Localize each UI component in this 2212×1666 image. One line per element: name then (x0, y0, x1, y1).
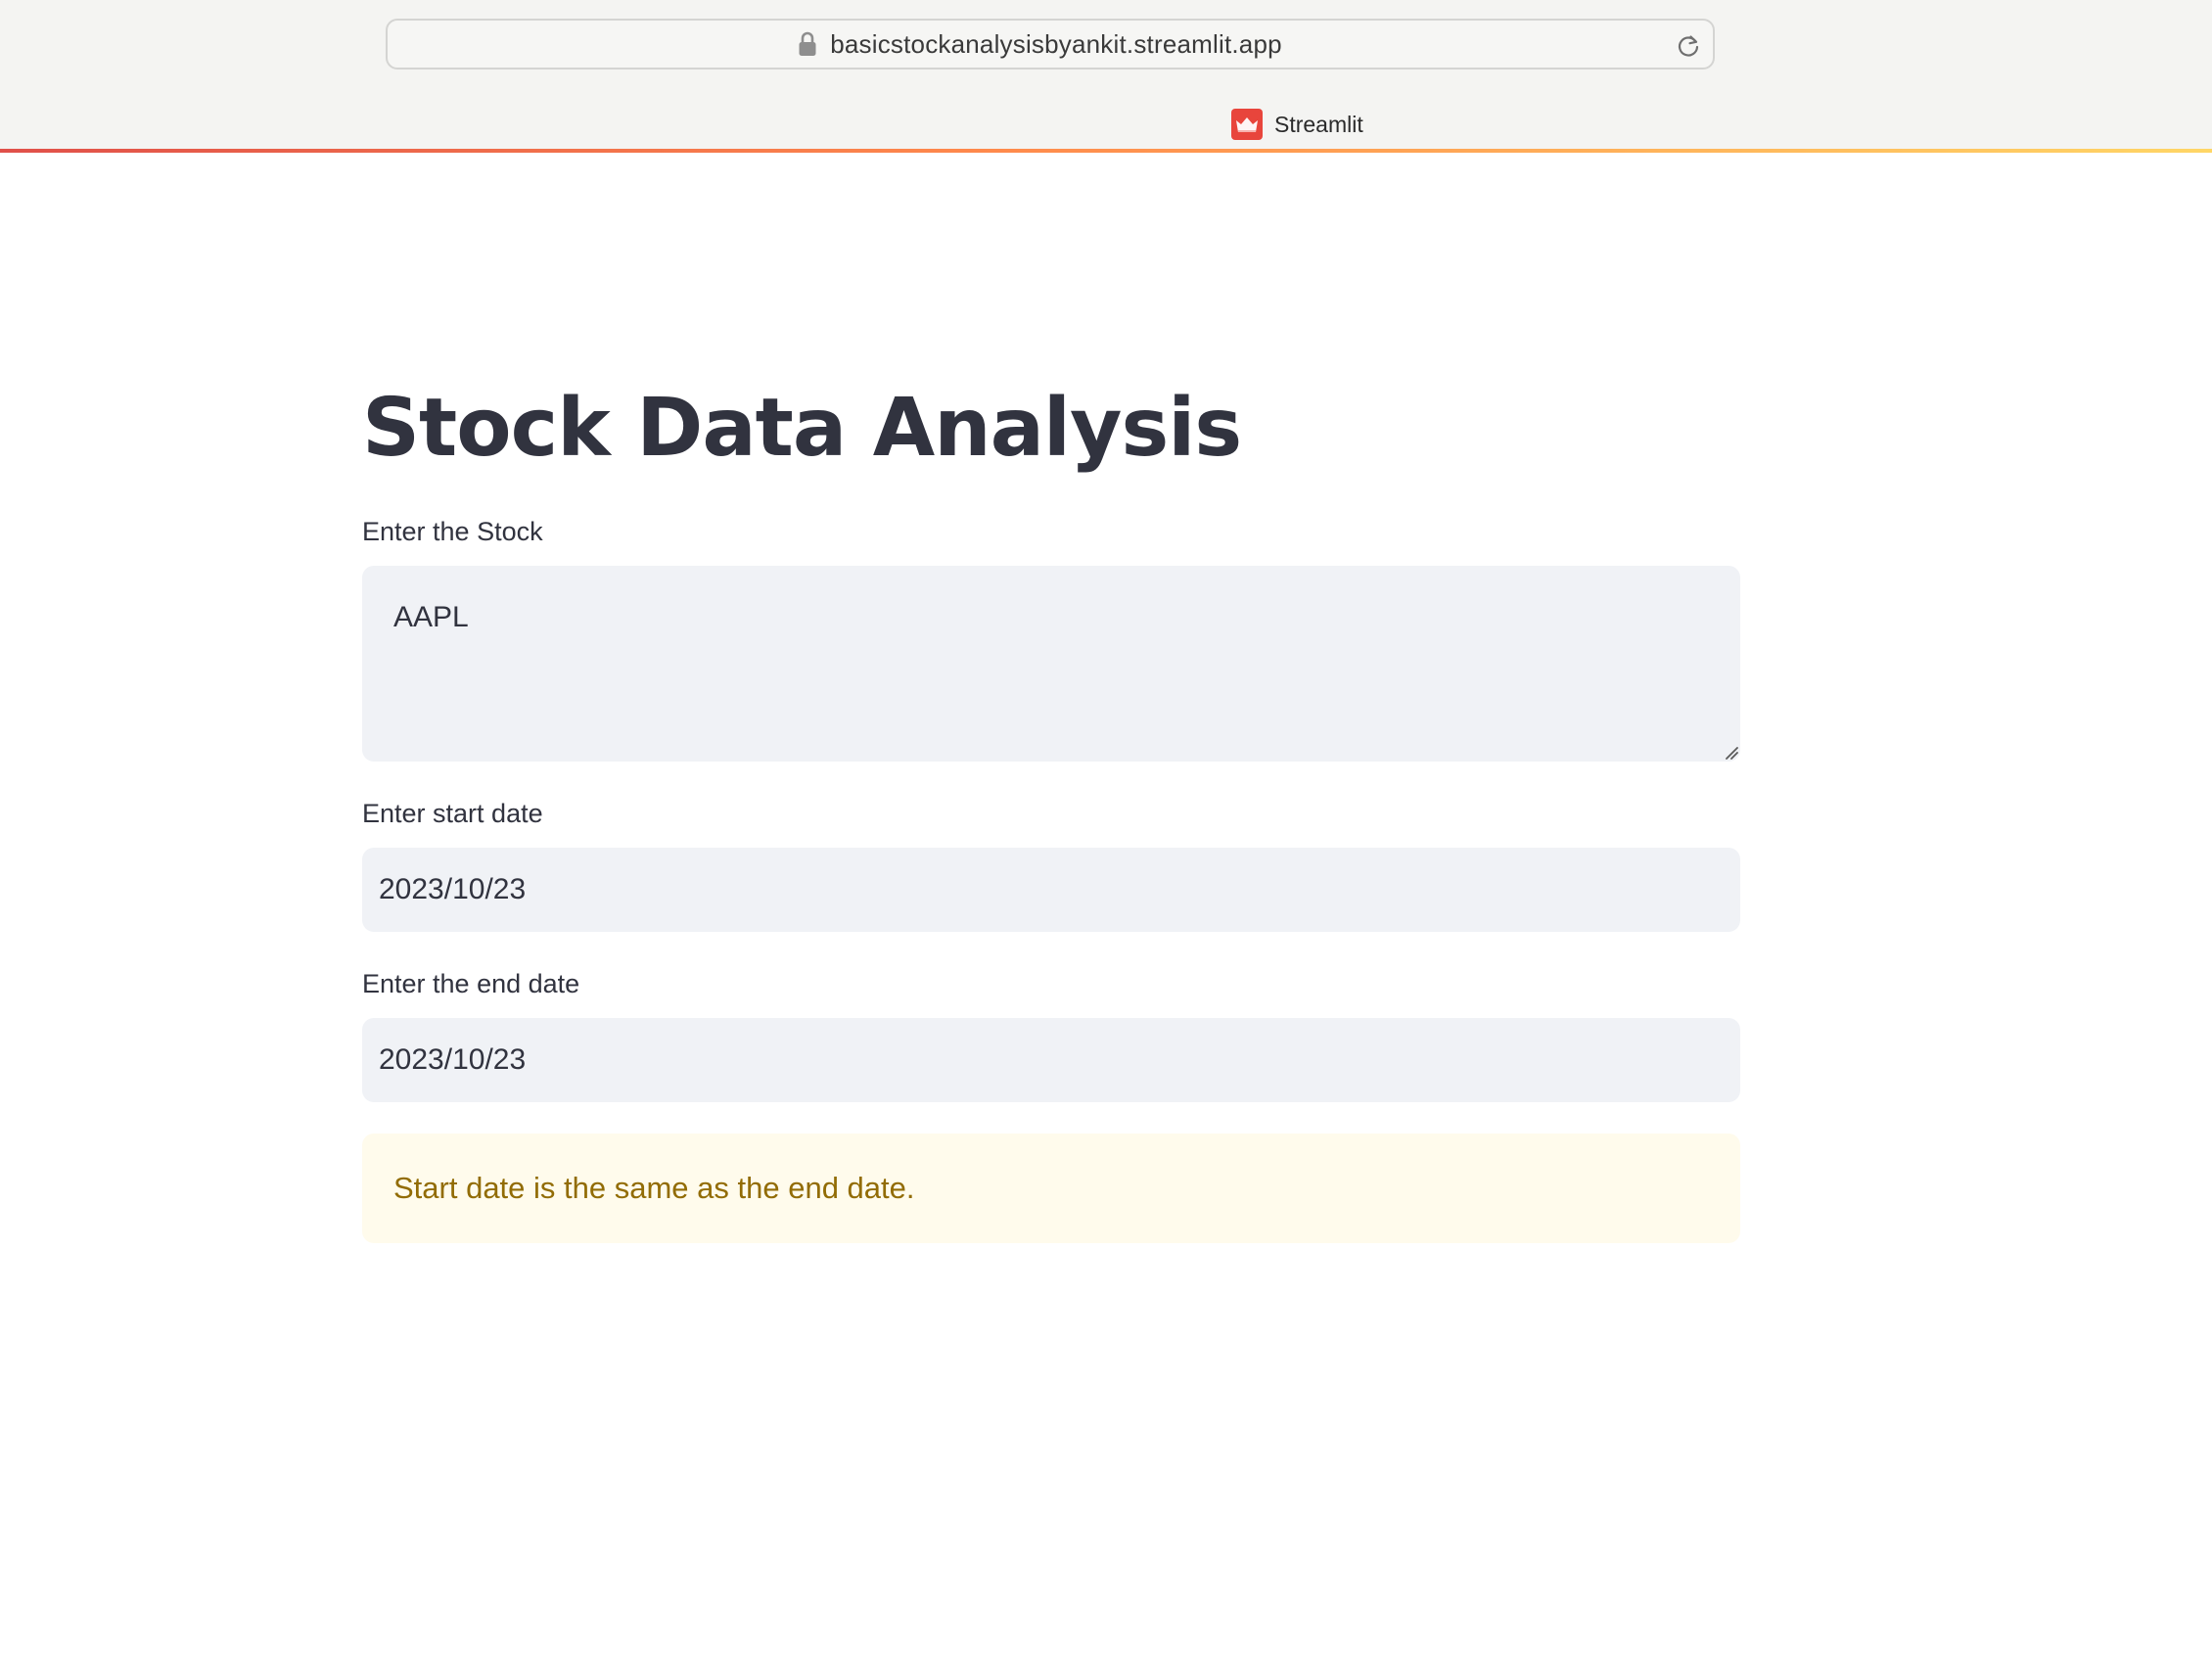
tab-title: Streamlit (1274, 111, 1363, 137)
lock-icon (799, 31, 816, 57)
url-text: basicstockanalysisbyankit.streamlit.app (830, 28, 1282, 59)
end-date-label: Enter the end date (362, 969, 580, 998)
stock-label: Enter the Stock (362, 517, 543, 546)
start-date-label: Enter start date (362, 799, 543, 828)
header-accent-bar (0, 149, 2212, 153)
start-date-input[interactable]: 2023/10/23 (362, 848, 1740, 932)
resize-handle-icon[interactable] (1723, 744, 1738, 760)
reload-icon[interactable] (1676, 33, 1701, 59)
browser-tab[interactable]: Streamlit (1231, 106, 1363, 143)
stock-input[interactable]: AAPL (362, 566, 1740, 762)
address-bar[interactable]: basicstockanalysisbyankit.streamlit.app (386, 19, 1715, 69)
streamlit-logo-icon (1231, 109, 1263, 140)
page-title: Stock Data Analysis (362, 382, 1242, 475)
url-container: basicstockanalysisbyankit.streamlit.app (388, 21, 1713, 68)
warning-alert: Start date is the same as the end date. (362, 1134, 1740, 1243)
end-date-input[interactable]: 2023/10/23 (362, 1018, 1740, 1102)
browser-toolbar: basicstockanalysisbyankit.streamlit.app … (0, 0, 2212, 153)
